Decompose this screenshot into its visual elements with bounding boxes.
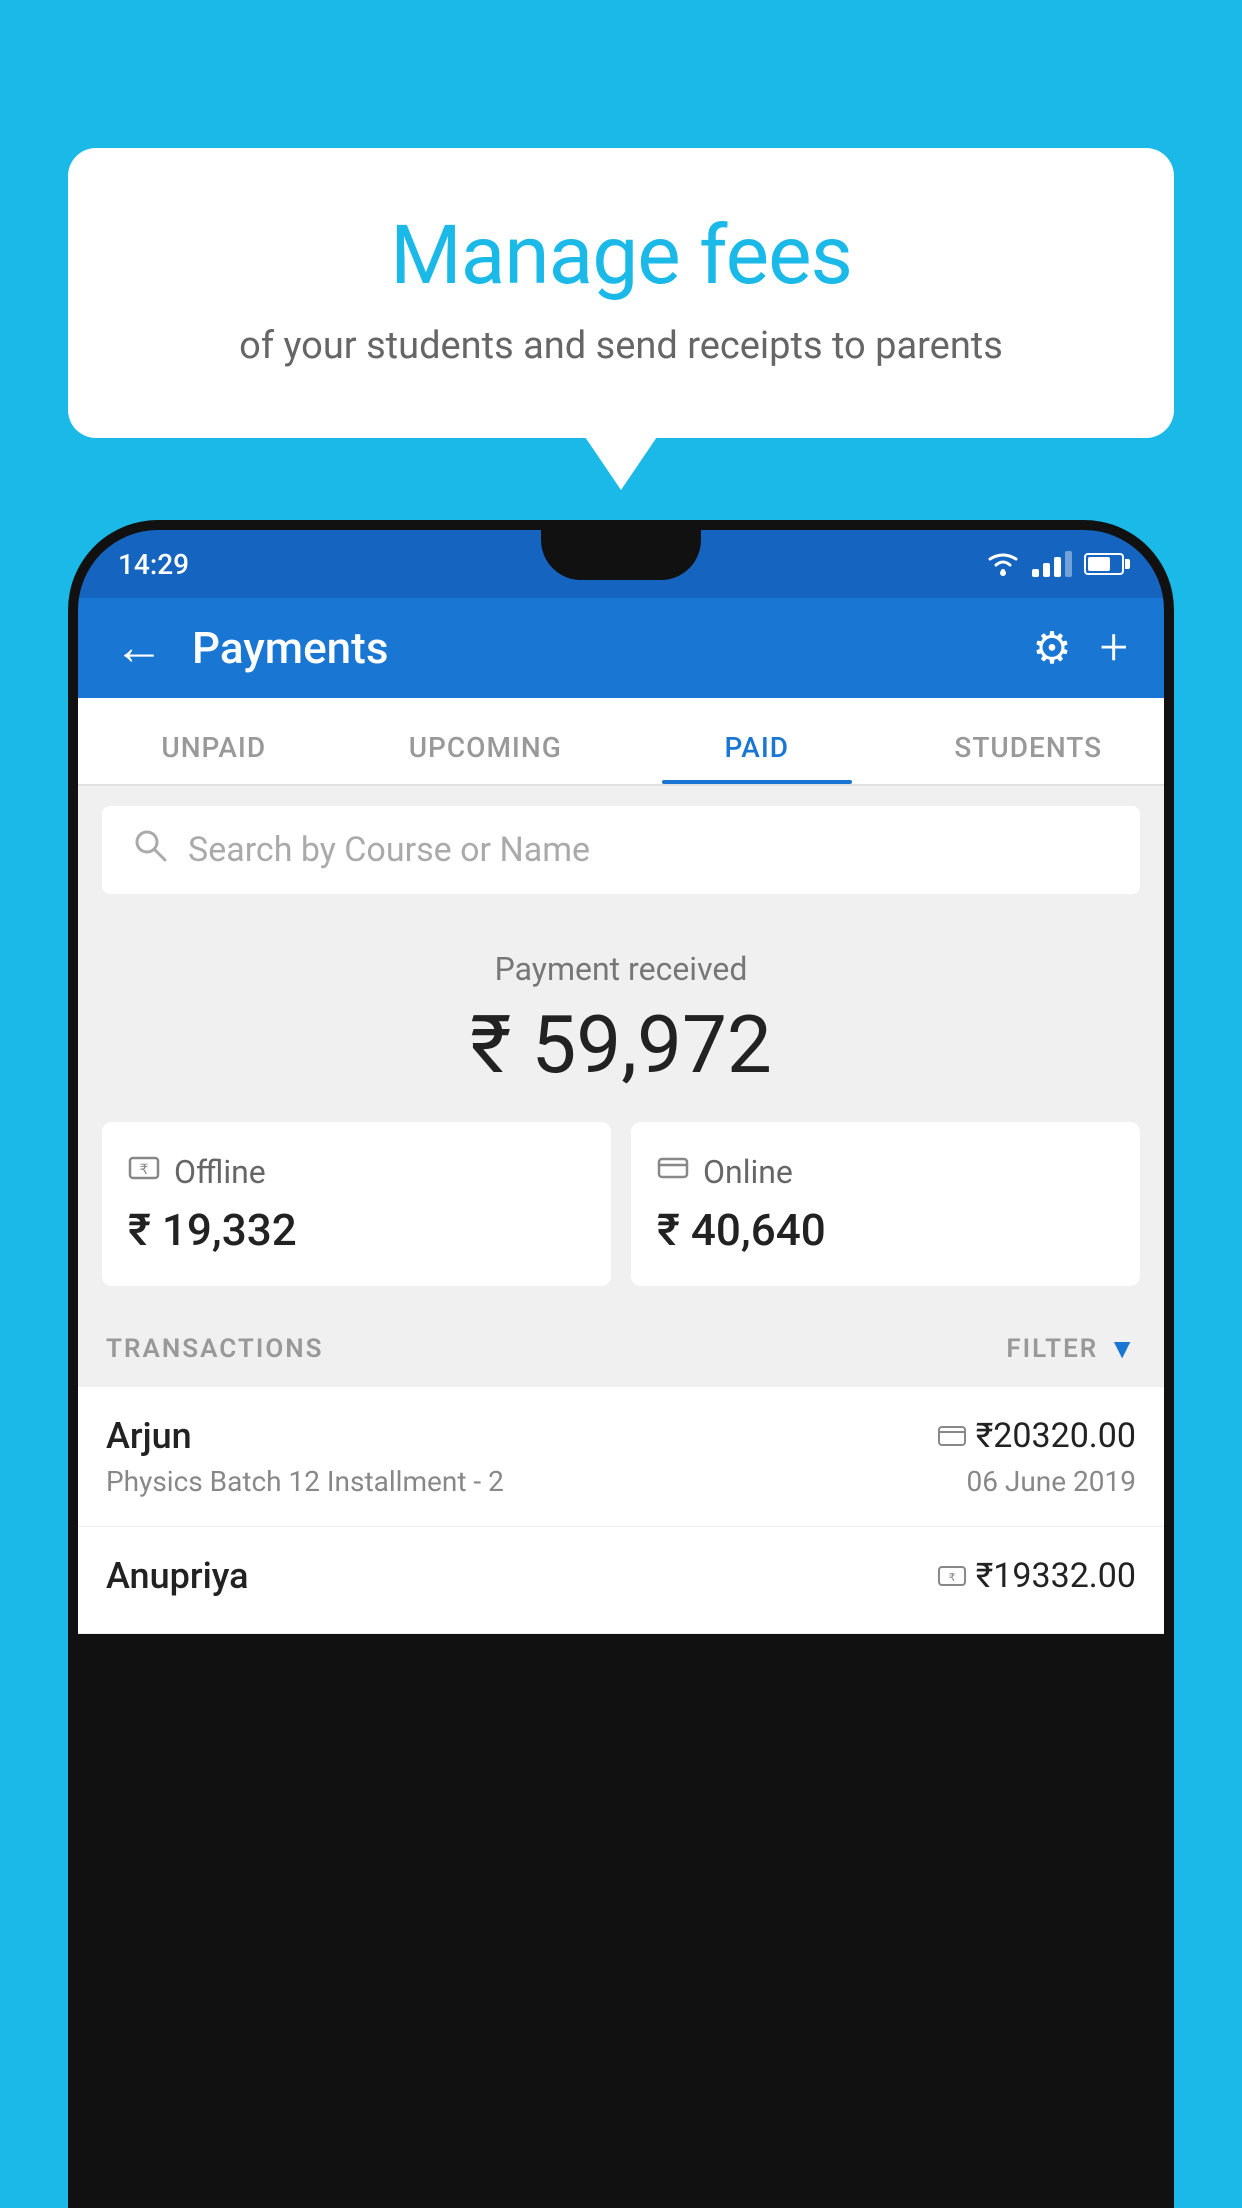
status-icons — [986, 551, 1124, 577]
transaction-amount: ₹19332.00 — [976, 1556, 1136, 1596]
svg-text:₹: ₹ — [948, 1572, 955, 1584]
transaction-name: Anupriya — [106, 1555, 249, 1597]
offline-label: Offline — [174, 1153, 266, 1191]
hero-title: Manage fees — [148, 208, 1094, 304]
transaction-name: Arjun — [106, 1415, 192, 1457]
phone-frame: 14:29 — [68, 520, 1174, 2208]
signal-icon — [1032, 551, 1072, 577]
notch — [541, 530, 701, 580]
payment-amount: ₹ 59,972 — [78, 998, 1164, 1092]
tab-upcoming[interactable]: UPCOMING — [350, 731, 622, 784]
search-icon — [132, 827, 168, 873]
wifi-icon — [986, 551, 1020, 577]
online-label: Online — [703, 1153, 793, 1191]
tabs-row: UNPAID UPCOMING PAID STUDENTS — [78, 698, 1164, 786]
search-bar[interactable]: Search by Course or Name — [102, 806, 1140, 894]
status-bar: 14:29 — [78, 530, 1164, 598]
tab-paid[interactable]: PAID — [621, 731, 893, 784]
svg-text:₹: ₹ — [140, 1161, 149, 1177]
offline-amount: ₹ 19,332 — [128, 1204, 585, 1256]
hero-subtitle: of your students and send receipts to pa… — [148, 324, 1094, 368]
transaction-row: Anupriya ₹ ₹19332.00 — [78, 1527, 1164, 1634]
search-placeholder: Search by Course or Name — [188, 830, 590, 870]
transaction-date: 06 June 2019 — [966, 1465, 1136, 1498]
filter-label: FILTER — [1006, 1334, 1098, 1364]
transaction-amount: ₹20320.00 — [976, 1416, 1136, 1456]
battery-icon — [1084, 553, 1124, 575]
transaction-card-icon — [938, 1420, 966, 1453]
online-card: Online ₹ 40,640 — [631, 1122, 1140, 1286]
filter-row[interactable]: FILTER ▼ — [1006, 1332, 1136, 1365]
payment-summary: Payment received ₹ 59,972 — [78, 914, 1164, 1122]
transaction-row: Arjun ₹20320.00 Physics Batch 12 Install… — [78, 1387, 1164, 1527]
screen-content: Search by Course or Name Payment receive… — [78, 786, 1164, 1634]
payment-received-label: Payment received — [78, 950, 1164, 988]
transaction-course: Physics Batch 12 Installment - 2 — [106, 1465, 504, 1498]
transactions-header: TRANSACTIONS FILTER ▼ — [78, 1310, 1164, 1387]
status-time: 14:29 — [118, 548, 189, 581]
back-button[interactable]: ← — [114, 623, 164, 673]
filter-icon: ▼ — [1108, 1332, 1136, 1365]
payment-cards: ₹ Offline ₹ 19,332 — [78, 1122, 1164, 1310]
settings-button[interactable]: ⚙ — [1032, 622, 1071, 674]
app-bar-title: Payments — [192, 622, 1004, 674]
transaction-cash-icon: ₹ — [938, 1560, 966, 1593]
app-bar: ← Payments ⚙ + — [78, 598, 1164, 698]
online-amount: ₹ 40,640 — [657, 1204, 1114, 1256]
tab-unpaid[interactable]: UNPAID — [78, 731, 350, 784]
transactions-label: TRANSACTIONS — [106, 1334, 324, 1364]
tab-students[interactable]: STUDENTS — [893, 731, 1165, 784]
online-icon — [657, 1152, 689, 1192]
hero-card: Manage fees of your students and send re… — [68, 148, 1174, 438]
offline-icon: ₹ — [128, 1152, 160, 1192]
offline-card: ₹ Offline ₹ 19,332 — [102, 1122, 611, 1286]
add-button[interactable]: + — [1100, 619, 1128, 677]
